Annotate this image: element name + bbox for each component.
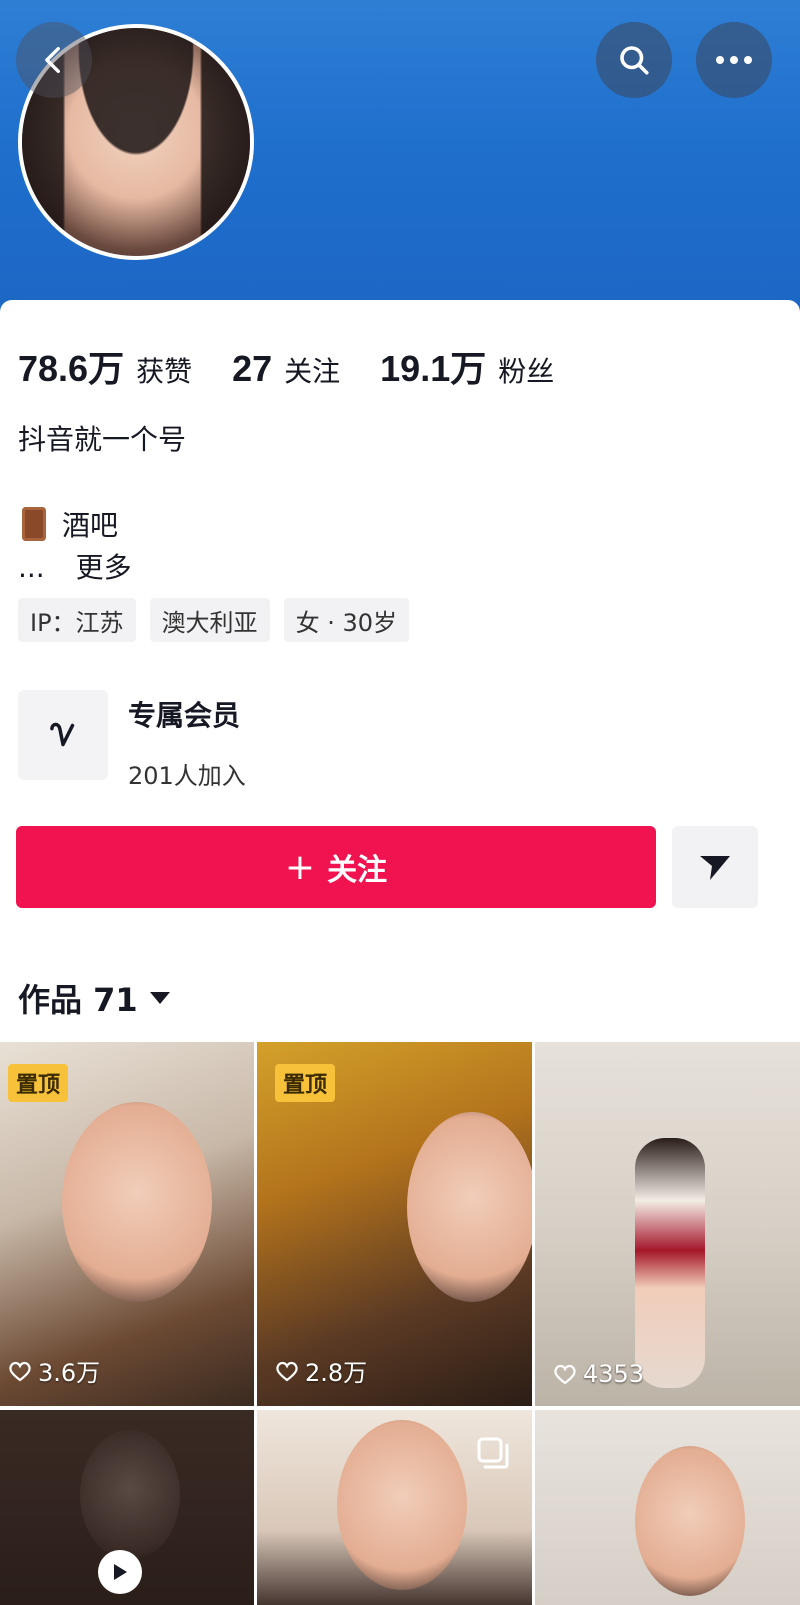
video-tile[interactable]: 4353 [535,1042,800,1406]
play-icon [98,1550,142,1594]
door-icon [22,507,46,541]
video-tile[interactable]: 置顶 2.8万 [257,1042,532,1406]
share-button[interactable] [672,826,758,908]
likes-count: 78.6万 [18,348,125,389]
following-label[interactable]: 关注 [284,350,340,390]
multi-image-icon [476,1436,510,1474]
ip-chip: IP：江苏 [18,598,136,642]
more-horizontal-icon [716,56,752,64]
heart-icon [554,1364,576,1385]
video-likes: 3.6万 [8,1353,100,1388]
pinned-badge: 置顶 [275,1064,336,1102]
heart-outline-icon [50,722,75,747]
works-tab-label: 作品 71 [18,981,138,1019]
video-tile[interactable] [0,1410,254,1605]
heart-icon [276,1361,298,1381]
video-tile[interactable]: 置顶 3.6万 [0,1042,254,1406]
more-link[interactable]: ... 更多 [18,546,132,586]
membership-title: 专属会员 [128,699,241,732]
followers-count[interactable]: 19.1万 [380,340,486,392]
follow-label: 关注 [327,853,388,888]
search-button[interactable] [596,22,672,98]
follow-button[interactable]: + 关注 [16,826,656,908]
video-likes-count: 2.8万 [305,1359,368,1387]
pinned-badge: 置顶 [8,1064,69,1102]
caret-down-icon [149,992,170,1004]
plus-icon: + [284,846,316,888]
more-dots: ... [18,551,45,584]
video-tile[interactable] [535,1410,800,1605]
following-count[interactable]: 27 [232,348,272,390]
heart-icon [9,1361,31,1381]
chevron-left-icon [45,46,60,74]
video-tile[interactable] [257,1410,532,1605]
back-button[interactable] [16,22,92,98]
profile-tag-text: 酒吧 [62,509,119,542]
video-likes: 2.8万 [275,1353,367,1388]
video-likes: 4353 [553,1360,644,1388]
profile-header [0,0,800,320]
location-chip: 澳大利亚 [149,598,270,642]
video-likes-count: 4353 [583,1360,645,1388]
membership-subtitle: 201人加入 [128,762,246,790]
search-icon [620,46,649,75]
works-tab[interactable]: 作品 71 [18,975,170,1021]
info-chips: IP：江苏 澳大利亚 女 · 30岁 [18,598,409,642]
send-icon [700,856,730,880]
more-label[interactable]: 更多 [76,551,132,584]
more-button[interactable] [696,22,772,98]
profile-tag: 酒吧 [18,504,118,544]
video-likes-count: 3.6万 [38,1359,101,1387]
membership-card[interactable]: 专属会员 201人加入 [18,690,246,791]
likes-label: 获赞 [136,355,193,388]
gender-age-chip: 女 · 30岁 [283,598,409,642]
followers-label[interactable]: 粉丝 [498,350,554,390]
membership-icon-box [18,690,108,780]
profile-bio: 抖音就一个号 [18,423,187,456]
stats-row: 78.6万 获赞 27 关注 19.1万 粉丝 [18,340,594,389]
